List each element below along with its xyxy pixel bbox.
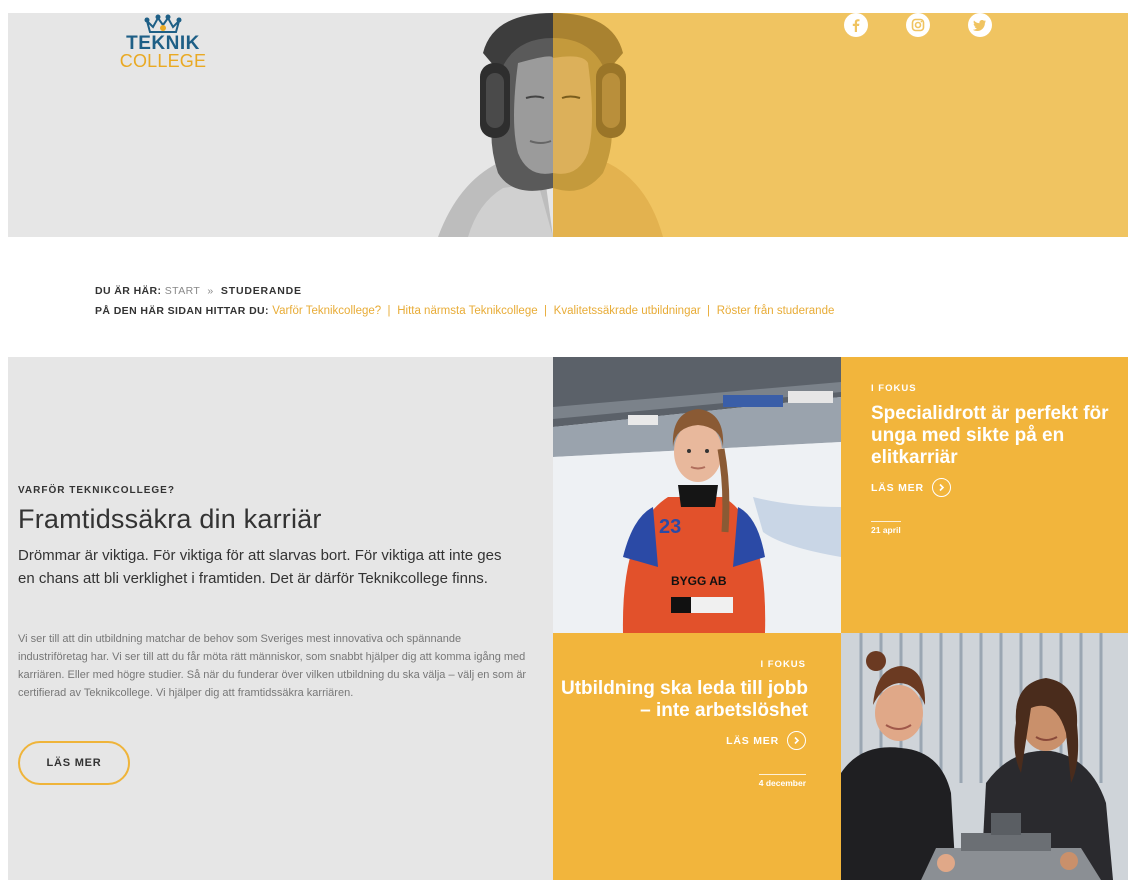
- breadcrumb-current: STUDERANDE: [220, 285, 302, 297]
- breadcrumb-separator: »: [207, 285, 214, 297]
- intro-lead: Drömmar är viktiga. För viktiga för att …: [18, 547, 502, 587]
- bandy-player-photo[interactable]: 23 BYGG AB: [553, 357, 841, 633]
- breadcrumb-label: DU ÄR HÄR:: [95, 285, 162, 297]
- onpage-divider: |: [387, 305, 391, 317]
- onpage-link-hitta[interactable]: Hitta närmsta Teknikcollege: [397, 305, 537, 317]
- focus-eyebrow: I FOKUS: [760, 659, 806, 670]
- facebook-icon: [852, 19, 860, 32]
- focus-title: Utbildning ska leda till jobb – inte arb…: [560, 678, 808, 721]
- focus-las-mer-link[interactable]: LÄS MER: [871, 478, 951, 497]
- focus-eyebrow: I FOKUS: [871, 383, 917, 394]
- chevron-right-icon: [931, 478, 951, 497]
- onpage-link-kvalitet[interactable]: Kvalitetssäkrade utbildningar: [554, 305, 701, 317]
- breadcrumb: DU ÄR HÄR: START » STUDERANDE PÅ DEN HÄR…: [95, 281, 834, 321]
- onpage-divider: |: [707, 305, 711, 317]
- students-workshop-image: [841, 633, 1128, 880]
- breadcrumb-trail: DU ÄR HÄR: START » STUDERANDE: [95, 281, 834, 301]
- onpage-nav-label: PÅ DEN HÄR SIDAN HITTAR DU:: [95, 305, 269, 317]
- focus-date: 21 april: [871, 521, 901, 535]
- bandy-player-image: 23 BYGG AB: [553, 357, 841, 633]
- onpage-link-varfor[interactable]: Varför Teknikcollege?: [272, 305, 381, 317]
- chevron-right-icon: [787, 731, 806, 750]
- jersey-number: 23: [659, 516, 681, 538]
- intro-title: Framtidssäkra din karriär: [18, 504, 322, 534]
- instagram-icon: [911, 18, 925, 32]
- twitter-link[interactable]: [968, 13, 992, 37]
- focus-date: 4 december: [758, 774, 806, 788]
- hero-banner: TEKNIK COLLEGE: [8, 13, 1128, 237]
- onpage-nav: PÅ DEN HÄR SIDAN HITTAR DU: Varför Tekni…: [95, 301, 834, 321]
- instagram-link[interactable]: [906, 13, 930, 37]
- focus-title: Specialidrott är perfekt för unga med si…: [871, 403, 1109, 468]
- logo-text-college: COLLEGE: [119, 51, 207, 71]
- breadcrumb-start-link[interactable]: START: [165, 285, 200, 297]
- focus-card-specialidrott[interactable]: I FOKUS Specialidrott är perfekt för ung…: [841, 357, 1128, 633]
- twitter-icon: [973, 20, 986, 31]
- las-mer-button[interactable]: LÄS MER: [18, 741, 130, 785]
- teknikcollege-logo[interactable]: TEKNIK COLLEGE: [118, 13, 208, 78]
- las-mer-label: LÄS MER: [726, 734, 779, 747]
- intro-eyebrow: VARFÖR TEKNIKCOLLEGE?: [18, 485, 175, 496]
- students-workshop-photo[interactable]: [841, 633, 1128, 880]
- jersey-sponsor: BYGG AB: [671, 574, 727, 588]
- onpage-link-roster[interactable]: Röster från studerande: [717, 305, 835, 317]
- crown-icon: [144, 14, 182, 33]
- intro-panel: VARFÖR TEKNIKCOLLEGE? Framtidssäkra din …: [8, 357, 553, 880]
- focus-las-mer-link[interactable]: LÄS MER: [726, 731, 806, 750]
- focus-card-utbildning[interactable]: I FOKUS Utbildning ska leda till jobb – …: [553, 633, 841, 880]
- intro-body: Vi ser till att din utbildning matchar d…: [18, 633, 527, 699]
- las-mer-label: LÄS MER: [871, 481, 924, 494]
- facebook-link[interactable]: [844, 13, 868, 37]
- hero-student-photo: [438, 13, 663, 237]
- onpage-divider: |: [543, 305, 548, 317]
